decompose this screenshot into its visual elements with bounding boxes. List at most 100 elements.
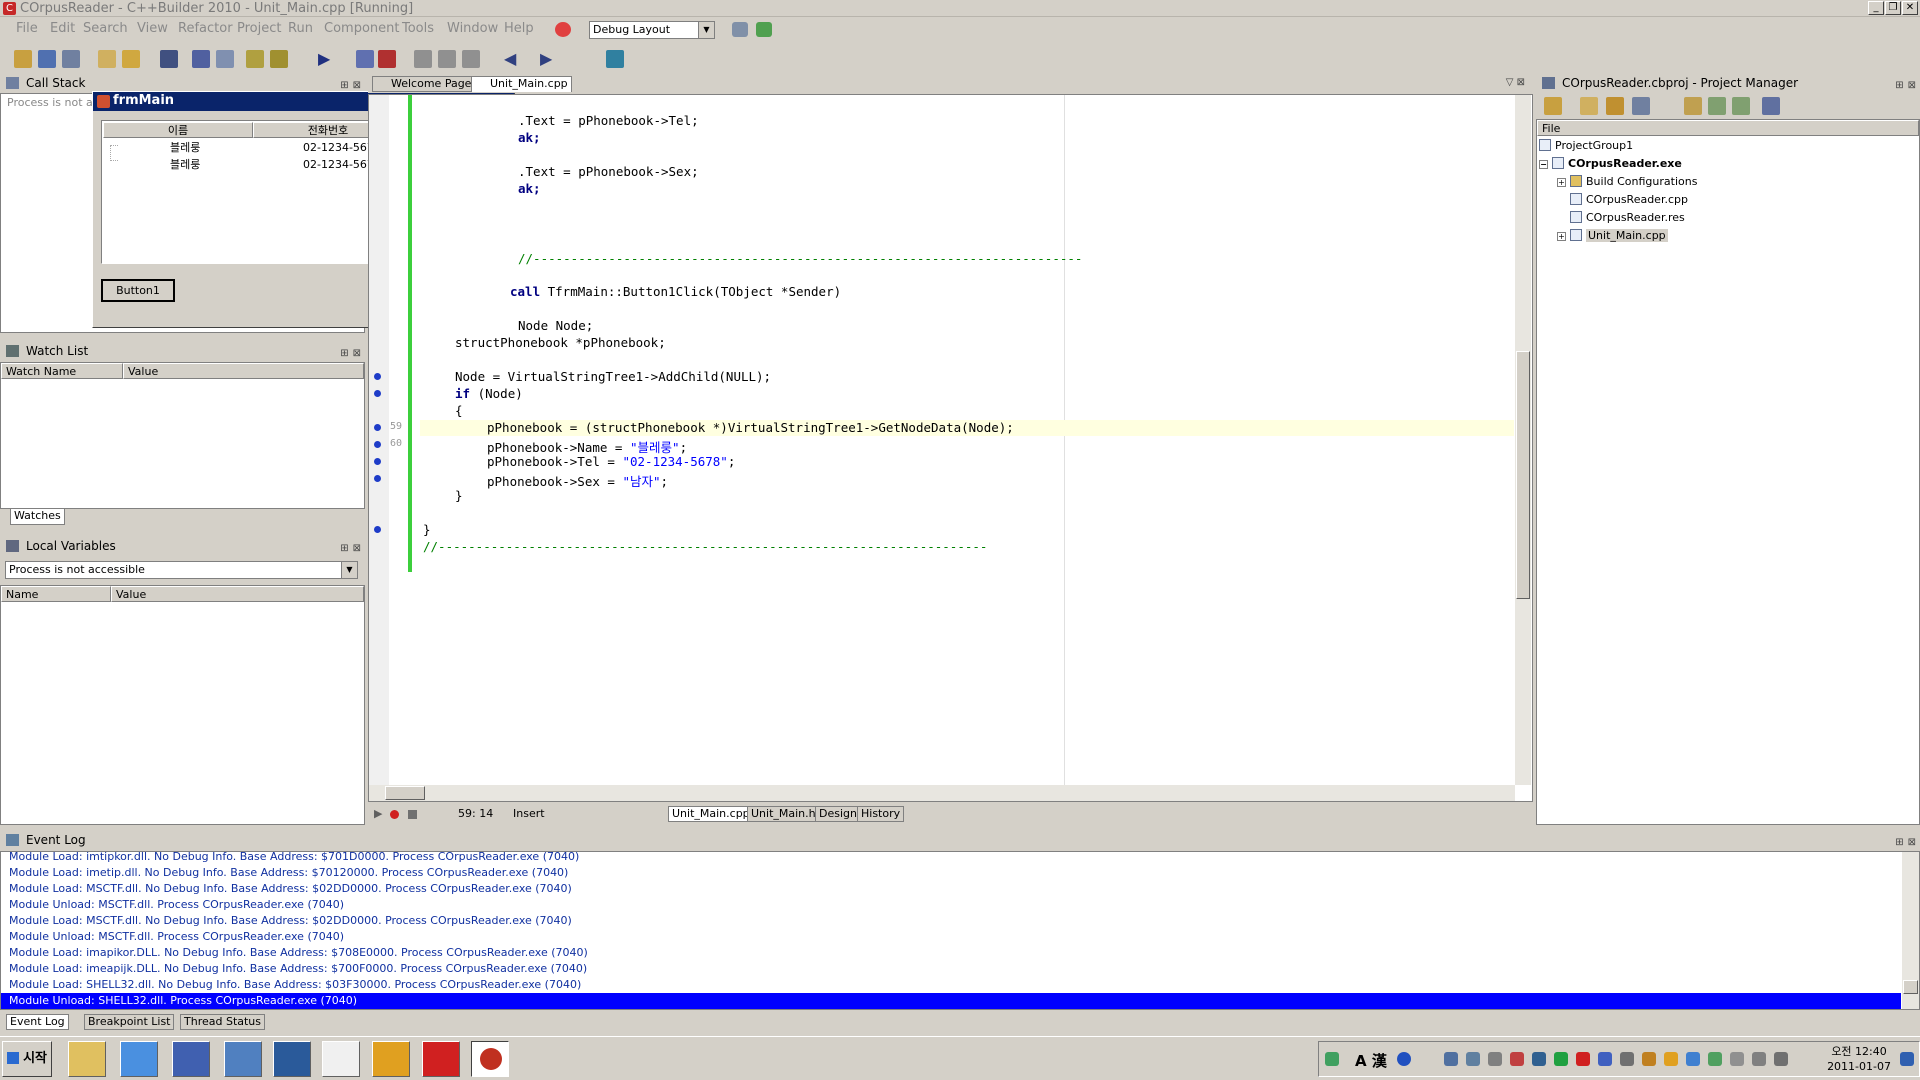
breakpoint-dot[interactable] [374, 390, 381, 397]
tray-icon-14[interactable] [1730, 1052, 1744, 1066]
trace-into-icon[interactable] [414, 50, 432, 68]
ime-indicator[interactable]: A 漢 [1355, 1050, 1387, 1071]
collapse-icon[interactable] [1732, 97, 1750, 115]
tree-item-group[interactable]: ProjectGroup1 [1539, 137, 1633, 155]
event-log-scrollbar[interactable] [1902, 852, 1919, 1009]
activate-icon[interactable] [1544, 97, 1562, 115]
help-contents-icon[interactable] [606, 50, 624, 68]
menu-file[interactable]: File [16, 18, 38, 40]
breakpoint-dot[interactable] [374, 424, 381, 431]
browser-taskbar-icon[interactable] [273, 1041, 311, 1077]
tray-icon-5[interactable] [1532, 1052, 1546, 1066]
stop-icon[interactable] [378, 50, 396, 68]
notepad-taskbar-icon[interactable] [322, 1041, 360, 1077]
stop-macro-icon[interactable] [408, 810, 417, 819]
pin-icon[interactable]: ⊞ [1895, 77, 1903, 95]
tab-welcome-page[interactable]: Welcome Page [372, 76, 476, 92]
scroll-thumb[interactable] [1516, 351, 1530, 599]
tab-breakpoint-list[interactable]: Breakpoint List [84, 1014, 175, 1030]
tree-item-res[interactable]: COrpusReader.res [1570, 209, 1685, 227]
pin-icon[interactable]: ⊞ [1895, 834, 1903, 852]
editor-vertical-scrollbar[interactable] [1515, 95, 1531, 785]
tab-event-log[interactable]: Event Log [6, 1014, 69, 1030]
start-button[interactable]: 시작 [2, 1041, 52, 1077]
run-icon[interactable]: ▶ [318, 50, 336, 68]
close-all-icon[interactable] [62, 50, 80, 68]
play-icon[interactable]: ▶ [374, 804, 382, 824]
tray-icon-4[interactable] [1510, 1052, 1524, 1066]
editor-close-icon[interactable]: ▽ ⊠ [1506, 77, 1525, 88]
tray-icon-8[interactable] [1598, 1052, 1612, 1066]
menu-tools[interactable]: Tools [402, 18, 434, 40]
watch-name-column[interactable]: Watch Name [1, 363, 123, 379]
close-icon[interactable]: ⊠ [1908, 834, 1916, 852]
menu-view[interactable]: View [137, 18, 168, 40]
tray-icon-13[interactable] [1708, 1052, 1722, 1066]
pause-icon[interactable] [356, 50, 374, 68]
watch-value-column[interactable]: Value [123, 363, 364, 379]
tab-design[interactable]: Design [815, 806, 861, 822]
network-icon[interactable] [1325, 1052, 1339, 1066]
save-icon[interactable] [160, 50, 178, 68]
tree-item-exe[interactable]: − COrpusReader.exe [1539, 155, 1682, 173]
file-column-header[interactable]: File [1537, 120, 1919, 136]
local-vars-combo[interactable]: Process is not accessible ▼ [5, 561, 358, 579]
clock[interactable]: 오전 12:40 2011-01-07 [1827, 1044, 1891, 1074]
sync-taskbar-icon[interactable] [224, 1041, 262, 1077]
tab-thread-status[interactable]: Thread Status [180, 1014, 266, 1030]
add-new-project-icon[interactable] [1580, 97, 1598, 115]
tray-icon-2[interactable] [1466, 1052, 1480, 1066]
close-icon[interactable]: ⊠ [353, 540, 361, 558]
menu-help[interactable]: Help [504, 18, 534, 40]
back-icon[interactable]: ◀ [504, 50, 522, 68]
tray-icon-7[interactable] [1576, 1052, 1590, 1066]
view-icon[interactable] [1632, 97, 1650, 115]
run-to-cursor-icon[interactable] [462, 50, 480, 68]
close-icon[interactable]: ⊠ [353, 345, 361, 363]
step-over-icon[interactable] [438, 50, 456, 68]
save-desktop-icon[interactable] [732, 22, 748, 37]
pin-icon[interactable]: ⊞ [340, 345, 348, 363]
menu-edit[interactable]: Edit [50, 18, 75, 40]
explorer-taskbar-icon[interactable] [68, 1041, 106, 1077]
new-items-icon[interactable] [38, 50, 56, 68]
editor-gutter[interactable] [369, 95, 389, 785]
tray-icon-9[interactable] [1620, 1052, 1634, 1066]
tray-icon-15[interactable] [1752, 1052, 1766, 1066]
ie-taskbar-icon[interactable] [120, 1041, 158, 1077]
tree-item-unit-main[interactable]: + Unit_Main.cpp [1557, 227, 1668, 245]
scroll-thumb[interactable] [385, 786, 425, 800]
app-taskbar-icon[interactable] [422, 1041, 460, 1077]
volume-icon[interactable] [1774, 1052, 1788, 1066]
tab-unit-main-cpp[interactable]: Unit_Main.cpp [471, 76, 572, 92]
breakpoint-dot[interactable] [374, 373, 381, 380]
minimize-button[interactable]: _ [1868, 1, 1884, 15]
tray-icon-6[interactable] [1554, 1052, 1568, 1066]
button1[interactable]: Button1 [101, 279, 175, 302]
menu-component[interactable]: Component [324, 18, 399, 40]
new-icon[interactable] [14, 50, 32, 68]
menu-project[interactable]: Project [237, 18, 281, 40]
add-file-icon[interactable] [246, 50, 264, 68]
tray-icon-10[interactable] [1642, 1052, 1656, 1066]
local-value-column[interactable]: Value [111, 586, 364, 602]
save-all-icon[interactable] [192, 50, 210, 68]
restore-button[interactable]: ❐ [1885, 1, 1901, 15]
editor-horizontal-scrollbar[interactable] [369, 785, 1515, 801]
cbuilder-taskbar-icon[interactable] [471, 1041, 509, 1077]
breakpoint-dot[interactable] [374, 458, 381, 465]
tab-unit-main-cpp-bottom[interactable]: Unit_Main.cpp [668, 806, 754, 822]
scroll-thumb[interactable] [1903, 980, 1918, 994]
list-options-icon[interactable] [1762, 97, 1780, 115]
menu-refactor[interactable]: Refactor [178, 18, 233, 40]
forward-icon[interactable]: ▶ [540, 50, 558, 68]
show-desktop-icon[interactable] [1900, 1052, 1914, 1066]
sync-icon[interactable] [1684, 97, 1702, 115]
breakpoint-dot[interactable] [374, 475, 381, 482]
local-name-column[interactable]: Name [1, 586, 111, 602]
itunes-taskbar-icon[interactable] [172, 1041, 210, 1077]
tab-watches[interactable]: Watches [10, 509, 65, 525]
tab-history[interactable]: History [857, 806, 905, 822]
close-button[interactable]: ✕ [1902, 1, 1918, 15]
tree-item-build-configs[interactable]: + Build Configurations [1557, 173, 1697, 191]
